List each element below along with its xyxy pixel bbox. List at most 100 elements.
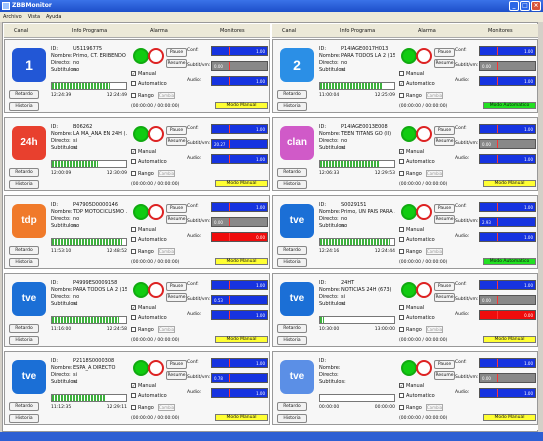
manual-checkbox-box[interactable]: ✓	[131, 71, 136, 76]
manual-checkbox[interactable]: ✓ Manual	[131, 383, 156, 390]
cambia-button[interactable]: Cambia	[425, 326, 443, 333]
historia-button[interactable]: Historia	[9, 180, 39, 189]
manual-checkbox[interactable]: Manual	[399, 305, 424, 312]
pause-button[interactable]: Pause	[166, 360, 187, 369]
historia-button[interactable]: Historia	[277, 102, 307, 111]
resume-button[interactable]: Resume	[434, 59, 455, 68]
rango-checkbox[interactable]: Rango Cambia	[399, 404, 443, 411]
resume-button[interactable]: Resume	[434, 137, 455, 146]
resume-button[interactable]: Resume	[166, 371, 187, 380]
historia-button[interactable]: Historia	[9, 336, 39, 345]
pause-button[interactable]: Pause	[166, 282, 187, 291]
cambia-button[interactable]: Cambia	[157, 92, 175, 99]
pause-button[interactable]: Pause	[434, 126, 455, 135]
rango-checkbox[interactable]: Rango Cambia	[131, 404, 175, 411]
manual-checkbox-box[interactable]	[399, 305, 404, 310]
resume-button[interactable]: Resume	[166, 59, 187, 68]
automatico-checkbox[interactable]: Automatico	[399, 237, 435, 244]
manual-checkbox[interactable]: Manual	[131, 227, 156, 234]
rango-checkbox[interactable]: Rango Cambia	[131, 326, 175, 333]
historia-button[interactable]: Historia	[277, 414, 307, 423]
automatico-checkbox-box[interactable]	[131, 393, 136, 398]
rango-checkbox-box[interactable]	[399, 171, 404, 176]
manual-checkbox[interactable]: Manual	[399, 71, 424, 78]
pause-button[interactable]: Pause	[434, 48, 455, 57]
cambia-button[interactable]: Cambia	[425, 92, 443, 99]
rango-checkbox-box[interactable]	[399, 249, 404, 254]
rango-checkbox-box[interactable]	[131, 249, 136, 254]
automatico-checkbox[interactable]: Automatico	[131, 159, 167, 166]
retardo-button[interactable]: Retardo	[277, 402, 307, 411]
cambia-button[interactable]: Cambia	[425, 248, 443, 255]
resume-button[interactable]: Resume	[166, 293, 187, 302]
historia-button[interactable]: Historia	[9, 258, 39, 267]
manual-checkbox-box[interactable]: ✓	[399, 383, 404, 388]
historia-button[interactable]: Historia	[9, 414, 39, 423]
automatico-checkbox-box[interactable]	[131, 81, 136, 86]
close-button[interactable]: ×	[531, 1, 541, 11]
rango-checkbox-box[interactable]	[131, 405, 136, 410]
resume-button[interactable]: Resume	[434, 371, 455, 380]
retardo-button[interactable]: Retardo	[9, 324, 39, 333]
rango-checkbox[interactable]: Rango Cambia	[131, 170, 175, 177]
automatico-checkbox-box[interactable]	[131, 159, 136, 164]
retardo-button[interactable]: Retardo	[9, 246, 39, 255]
automatico-checkbox[interactable]: ✓ Automatico	[399, 81, 435, 88]
rango-checkbox-box[interactable]	[131, 171, 136, 176]
rango-checkbox[interactable]: Rango Cambia	[399, 326, 443, 333]
resume-button[interactable]: Resume	[434, 293, 455, 302]
automatico-checkbox-box[interactable]	[131, 315, 136, 320]
rango-checkbox-box[interactable]	[399, 327, 404, 332]
rango-checkbox[interactable]: Rango Cambia	[131, 248, 175, 255]
manual-checkbox[interactable]: ✓ Manual	[399, 383, 424, 390]
retardo-button[interactable]: Retardo	[9, 90, 39, 99]
cambia-button[interactable]: Cambia	[157, 326, 175, 333]
manual-checkbox-box[interactable]: ✓	[131, 149, 136, 154]
rango-checkbox-box[interactable]	[131, 327, 136, 332]
rango-checkbox[interactable]: Rango Cambia	[399, 248, 443, 255]
minimize-button[interactable]: _	[509, 1, 519, 11]
historia-button[interactable]: Historia	[277, 336, 307, 345]
historia-button[interactable]: Historia	[277, 258, 307, 267]
manual-checkbox[interactable]: ✓ Manual	[131, 149, 156, 156]
automatico-checkbox[interactable]: Automatico	[399, 315, 435, 322]
automatico-checkbox-box[interactable]	[131, 237, 136, 242]
menu-ayuda[interactable]: Ayuda	[46, 14, 61, 20]
historia-button[interactable]: Historia	[9, 102, 39, 111]
retardo-button[interactable]: Retardo	[277, 90, 307, 99]
retardo-button[interactable]: Retardo	[277, 324, 307, 333]
pause-button[interactable]: Pause	[434, 282, 455, 291]
manual-checkbox[interactable]: ✓ Manual	[131, 305, 156, 312]
pause-button[interactable]: Pause	[434, 204, 455, 213]
manual-checkbox-box[interactable]	[131, 227, 136, 232]
pause-button[interactable]: Pause	[434, 360, 455, 369]
resume-button[interactable]: Resume	[166, 137, 187, 146]
manual-checkbox[interactable]: ✓ Manual	[399, 149, 424, 156]
automatico-checkbox-box[interactable]	[399, 237, 404, 242]
rango-checkbox[interactable]: Rango Cambia	[131, 92, 175, 99]
cambia-button[interactable]: Cambia	[425, 404, 443, 411]
cambia-button[interactable]: Cambia	[157, 248, 175, 255]
automatico-checkbox-box[interactable]: ✓	[399, 81, 404, 86]
menu-vista[interactable]: Vista	[28, 14, 40, 20]
retardo-button[interactable]: Retardo	[9, 168, 39, 177]
manual-checkbox-box[interactable]: ✓	[399, 149, 404, 154]
cambia-button[interactable]: Cambia	[157, 170, 175, 177]
rango-checkbox-box[interactable]	[399, 93, 404, 98]
rango-checkbox-box[interactable]	[399, 405, 404, 410]
menu-archivo[interactable]: Archivo	[3, 14, 22, 20]
maximize-button[interactable]: □	[520, 1, 530, 11]
automatico-checkbox-box[interactable]	[399, 315, 404, 320]
automatico-checkbox-box[interactable]	[399, 159, 404, 164]
manual-checkbox-box[interactable]	[399, 227, 404, 232]
manual-checkbox-box[interactable]	[399, 71, 404, 76]
retardo-button[interactable]: Retardo	[277, 246, 307, 255]
rango-checkbox-box[interactable]	[131, 93, 136, 98]
retardo-button[interactable]: Retardo	[277, 168, 307, 177]
rango-checkbox[interactable]: Rango Cambia	[399, 92, 443, 99]
cambia-button[interactable]: Cambia	[425, 170, 443, 177]
rango-checkbox[interactable]: Rango Cambia	[399, 170, 443, 177]
manual-checkbox[interactable]: ✓ Manual	[131, 71, 156, 78]
automatico-checkbox[interactable]: Automatico	[131, 315, 167, 322]
manual-checkbox[interactable]: Manual	[399, 227, 424, 234]
